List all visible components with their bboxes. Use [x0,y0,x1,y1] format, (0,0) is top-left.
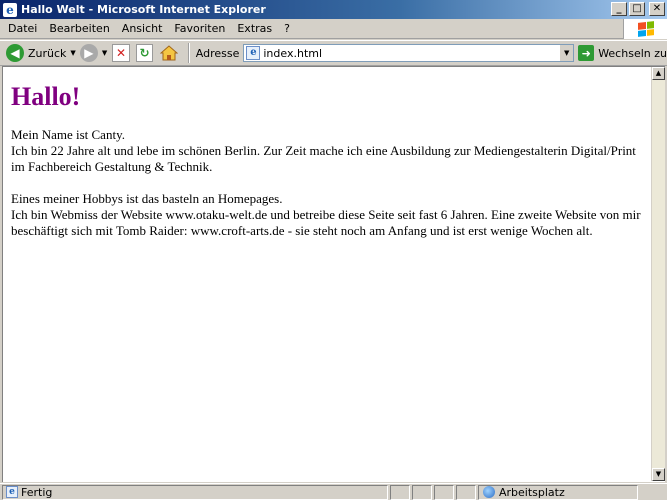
browser-viewport[interactable]: Hallo! Mein Name ist Canty. Ich bin 22 J… [2,66,665,482]
hobby-line: Eines meiner Hobbys ist das basteln an H… [11,191,283,206]
status-page-icon: e [6,486,18,498]
intro-text: Ich bin 22 Jahre alt und lebe im schönen… [11,143,636,174]
menu-bearbeiten[interactable]: Bearbeiten [43,19,115,39]
scroll-down-icon[interactable]: ▼ [652,468,665,481]
status-main: e Fertig [2,484,388,500]
hobby-text: Ich bin Webmiss der Website www.otaku-we… [11,207,641,238]
intro-line: Mein Name ist Canty. [11,127,125,142]
forward-dropdown-icon[interactable]: ▼ [102,49,107,57]
back-arrow-icon: ◀ [6,44,24,62]
status-bar: e Fertig Arbeitsplatz [0,483,667,500]
refresh-icon[interactable]: ↻ [135,44,154,62]
close-button[interactable]: ✕ [649,2,665,16]
forward-button[interactable]: ▶ ▼ [78,42,109,64]
web-page: Hallo! Mein Name ist Canty. Ich bin 22 J… [3,67,651,481]
go-arrow-icon: ➜ [578,45,595,61]
go-label: Wechseln zu [598,46,667,60]
menu-help[interactable]: ? [278,19,296,39]
zone-text: Arbeitsplatz [499,485,565,499]
forward-arrow-icon: ▶ [79,44,98,62]
page-icon: e [246,46,261,60]
page-heading: Hallo! [11,82,81,111]
home-icon[interactable] [159,44,179,62]
status-text: Fertig [21,485,53,499]
menu-ansicht[interactable]: Ansicht [116,19,169,39]
toolbar: ◀ Zurück ▼ ▶ ▼ ✕ ↻ Adresse e index.html … [0,40,667,66]
windows-flag-icon [637,21,654,37]
back-label: Zurück [28,46,67,60]
address-input[interactable]: e index.html ▼ [243,44,575,62]
stop-icon[interactable]: ✕ [112,44,130,62]
back-dropdown-icon[interactable]: ▼ [70,49,75,57]
back-button[interactable]: ◀ Zurück ▼ [0,42,78,64]
go-button[interactable]: ➜ Wechseln zu [578,45,667,61]
computer-zone-icon [483,486,495,498]
window-controls: _ □ ✕ [611,2,665,16]
windows-logo [623,19,667,39]
menu-datei[interactable]: Datei [0,19,43,39]
status-pane-1 [390,484,410,500]
toolbar-separator [187,43,190,63]
address-value[interactable]: index.html [263,47,322,60]
menu-extras[interactable]: Extras [231,19,278,39]
address-dropdown-icon[interactable]: ▼ [559,45,574,61]
title-bar[interactable]: e Hallo Welt - Microsoft Internet Explor… [0,0,667,19]
ie-logo-icon[interactable]: e [3,2,17,17]
status-pane-4 [456,484,476,500]
status-zone[interactable]: Arbeitsplatz [478,484,638,500]
vertical-scrollbar[interactable]: ▲ ▼ [651,67,665,481]
window-title: Hallo Welt - Microsoft Internet Explorer [21,3,266,16]
minimize-button[interactable]: _ [611,2,627,16]
address-label: Adresse [195,46,240,60]
menu-favoriten[interactable]: Favoriten [168,19,231,39]
scroll-up-icon[interactable]: ▲ [652,67,665,80]
status-pane-3 [434,484,454,500]
menu-bar: Datei Bearbeiten Ansicht Favoriten Extra… [0,19,667,39]
maximize-button[interactable]: □ [629,2,645,16]
status-pane-2 [412,484,432,500]
